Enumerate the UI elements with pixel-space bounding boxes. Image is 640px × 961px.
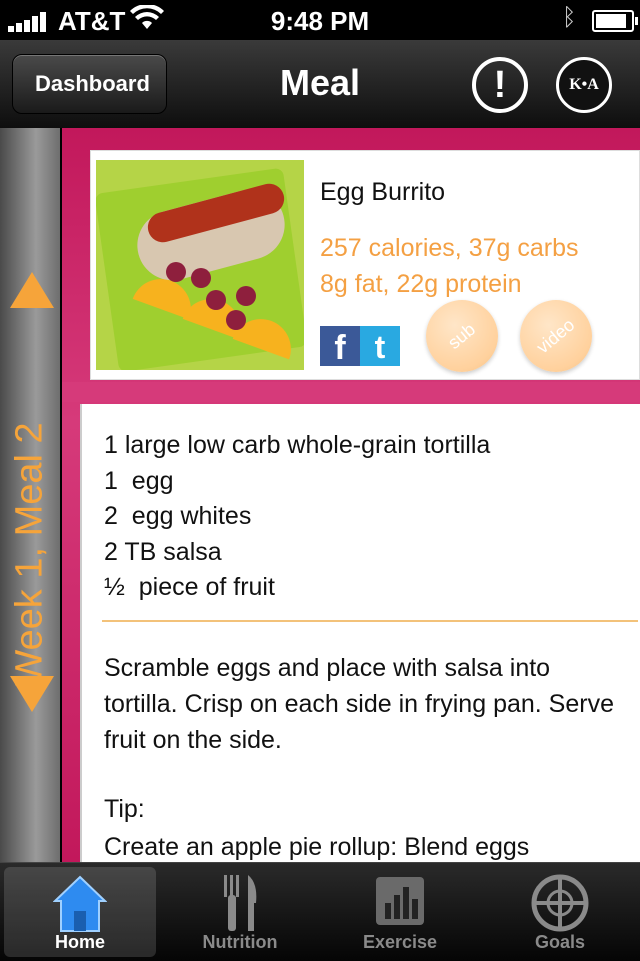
tip-section: Tip: Create an apple pie rollup: Blend e… (104, 790, 640, 862)
week-meal-rail: Week 1, Meal 2 (0, 128, 60, 862)
bluetooth-icon: ᛒ (562, 4, 577, 31)
battery-icon (592, 10, 638, 32)
target-icon (530, 873, 590, 938)
list-item: 1 egg (104, 466, 174, 495)
ka-logo-icon[interactable]: K•A (556, 57, 612, 113)
instructions-text: Scramble eggs and place with salsa into … (104, 654, 614, 754)
week-meal-label: Week 1, Meal 2 (8, 422, 51, 686)
list-item: 2 TB salsa (104, 537, 222, 566)
sub-button[interactable]: sub (426, 300, 498, 372)
list-item: 2 egg whites (104, 502, 252, 530)
twitter-icon[interactable]: t (360, 326, 400, 366)
previous-meal-arrow-icon[interactable] (10, 272, 54, 308)
tab-goals[interactable]: Goals (484, 867, 636, 957)
nutrition-line-2: 8g fat, 22g protein (320, 270, 522, 298)
recipe-card[interactable]: 1 large low carb whole-grain tortilla 1 … (80, 404, 640, 862)
video-button[interactable]: video (520, 300, 592, 372)
bar-chart-icon (375, 873, 425, 932)
facebook-icon[interactable]: f (320, 326, 360, 367)
fork-knife-icon (220, 873, 260, 938)
tip-heading: Tip: (104, 795, 145, 823)
home-icon (52, 873, 108, 938)
ingredient-list: 1 large low carb whole-grain tortilla 1 … (104, 428, 490, 606)
navigation-bar: Dashboard Meal ! K•A (0, 40, 640, 129)
clock: 9:48 PM (270, 6, 370, 36)
tip-text: Create an apple pie rollup: Blend eggs (104, 833, 530, 861)
status-bar: AT&T 9:48 PM ᛒ (0, 0, 640, 40)
tab-label: Exercise (362, 932, 438, 952)
list-item: ½ piece of fruit (104, 573, 275, 601)
list-item: 1 large low carb whole-grain tortilla (104, 431, 491, 459)
meal-name: Egg Burrito (320, 178, 446, 206)
tab-nutrition[interactable]: Nutrition (164, 867, 316, 957)
tab-home[interactable]: Home (4, 867, 156, 957)
meal-photo (96, 160, 304, 370)
meal-nutrition: 257 calories, 37g carbs 8g fat, 22g prot… (320, 230, 578, 302)
tab-exercise[interactable]: Exercise (324, 867, 476, 957)
next-meal-arrow-icon[interactable] (10, 676, 54, 712)
divider (102, 620, 638, 622)
tab-label: Nutrition (202, 932, 278, 952)
tab-label: Goals (534, 932, 586, 952)
alert-icon[interactable]: ! (472, 57, 528, 113)
tab-label: Home (54, 932, 105, 952)
card-separator (62, 382, 640, 402)
tab-bar: Home Nutrition Exercise Goals (0, 862, 640, 961)
sub-button-label: sub (444, 319, 480, 353)
back-button-label: Dashboard (35, 71, 150, 96)
nutrition-line-1: 257 calories, 37g carbs (320, 234, 579, 262)
